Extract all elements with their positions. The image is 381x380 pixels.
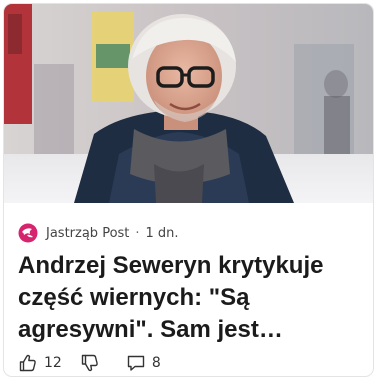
meta-separator: · xyxy=(135,225,140,241)
article-age: 1 dn. xyxy=(145,225,179,241)
comment-icon xyxy=(126,353,146,373)
article-title[interactable]: Andrzej Seweryn krytykuje część wiernych… xyxy=(18,250,363,346)
like-button[interactable]: 12 xyxy=(18,353,62,373)
reaction-bar: 12 8 xyxy=(18,350,161,376)
dislike-button[interactable] xyxy=(80,353,100,373)
thumbs-down-icon xyxy=(80,353,100,373)
comment-count: 8 xyxy=(151,355,161,371)
article-meta: Jastrząb Post · 1 dn. xyxy=(18,222,179,244)
like-count: 12 xyxy=(44,355,62,371)
source-name[interactable]: Jastrząb Post xyxy=(46,226,129,241)
title-line-3: agresywni". Sam jest… xyxy=(18,316,283,343)
thumbs-up-icon xyxy=(18,353,38,373)
title-line-1: Andrzej Seweryn krytykuje xyxy=(18,252,324,279)
jastrzab-post-logo[interactable] xyxy=(18,223,38,243)
comment-button[interactable]: 8 xyxy=(126,353,161,373)
news-card[interactable]: Jastrząb Post · 1 dn. Andrzej Seweryn kr… xyxy=(4,4,373,376)
title-line-2: część wiernych: "Są xyxy=(18,284,250,311)
article-photo[interactable] xyxy=(4,4,373,203)
